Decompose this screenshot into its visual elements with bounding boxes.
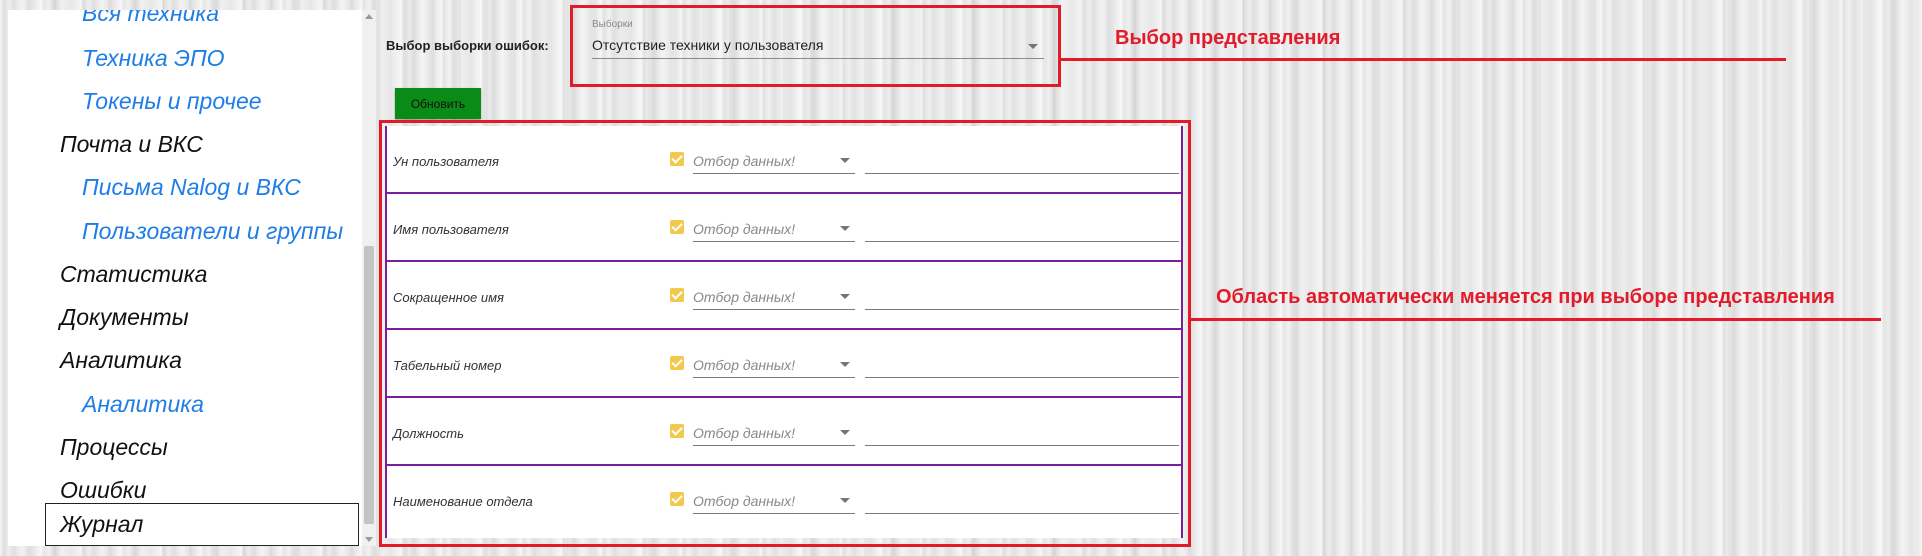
annotation-filter-area: Область автоматически меняется при выбор… <box>1216 286 1835 308</box>
sidebar-item-processes[interactable]: Процессы <box>60 436 168 459</box>
sidebar-item-mail-vks[interactable]: Почта и ВКС <box>60 133 203 156</box>
filter-panel: Ун пользователя Отбор данных! Имя пользо… <box>385 126 1183 538</box>
filter-mode-select[interactable]: Отбор данных! <box>693 418 855 446</box>
sidebar-item-analytics-sub[interactable]: Аналитика <box>82 393 204 416</box>
filter-row-label: Имя пользователя <box>393 222 509 237</box>
annotation-view-select: Выбор представления <box>1115 27 1341 49</box>
filter-mode-value: Отбор данных! <box>693 289 796 305</box>
sidebar-item-statistics[interactable]: Статистика <box>60 263 207 286</box>
filter-mode-select[interactable]: Отбор данных! <box>693 486 855 514</box>
filter-mode-value: Отбор данных! <box>693 425 796 441</box>
filter-row-label: Табельный номер <box>393 358 502 373</box>
filter-row-short-name: Сокращенное имя Отбор данных! <box>387 262 1181 330</box>
chevron-down-icon[interactable] <box>840 498 850 503</box>
filter-mode-value: Отбор данных! <box>693 493 796 509</box>
filter-mode-value: Отбор данных! <box>693 221 796 237</box>
filter-enabled-checkbox[interactable] <box>670 152 684 166</box>
error-selection-label: Выбор выборки ошибок: <box>386 38 549 53</box>
view-select-value: Отсутствие техники у пользователя <box>592 37 824 53</box>
filter-enabled-checkbox[interactable] <box>670 288 684 302</box>
filter-row-label: Наименование отдела <box>393 494 533 509</box>
scrollbar-thumb[interactable] <box>364 246 374 524</box>
annotation-pointer-line <box>1191 318 1881 321</box>
filter-value-input[interactable] <box>865 146 1179 174</box>
filter-row-position: Должность Отбор данных! <box>387 398 1181 466</box>
sidebar-item-all-equipment[interactable]: Вся техника <box>82 10 219 25</box>
filter-value-input[interactable] <box>865 486 1179 514</box>
view-select-dropdown[interactable]: Выборки Отсутствие техники у пользовател… <box>592 19 1044 59</box>
chevron-down-icon[interactable] <box>840 158 850 163</box>
annotation-pointer-line <box>1061 58 1786 61</box>
sidebar-item-analytics[interactable]: Аналитика <box>60 349 182 372</box>
scroll-down-arrow-icon[interactable] <box>365 537 373 542</box>
sidebar-item-nalog-letters[interactable]: Письма Nalog и ВКС <box>82 176 301 199</box>
filter-value-input[interactable] <box>865 282 1179 310</box>
filter-row-label: Должность <box>393 426 464 441</box>
filter-row-employee-number: Табельный номер Отбор данных! <box>387 330 1181 398</box>
sidebar-scrollbar[interactable] <box>362 10 376 546</box>
filter-enabled-checkbox[interactable] <box>670 492 684 506</box>
filter-value-input[interactable] <box>865 214 1179 242</box>
filter-mode-select[interactable]: Отбор данных! <box>693 214 855 242</box>
chevron-down-icon[interactable] <box>1028 44 1038 49</box>
chevron-down-icon[interactable] <box>840 294 850 299</box>
sidebar-item-users-groups[interactable]: Пользователи и группы <box>82 220 343 243</box>
sidebar-item-tokens[interactable]: Токены и прочее <box>82 90 262 113</box>
chevron-down-icon[interactable] <box>840 430 850 435</box>
filter-row-user-name: Имя пользователя Отбор данных! <box>387 194 1181 262</box>
filter-mode-select[interactable]: Отбор данных! <box>693 146 855 174</box>
chevron-down-icon[interactable] <box>840 226 850 231</box>
filter-mode-select[interactable]: Отбор данных! <box>693 282 855 310</box>
filter-row-label: Сокращенное имя <box>393 290 504 305</box>
sidebar-nav: Вся техника Техника ЭПО Токены и прочее … <box>8 10 362 546</box>
filter-row-department: Наименование отдела Отбор данных! <box>387 466 1181 534</box>
filter-mode-value: Отбор данных! <box>693 153 796 169</box>
filter-value-input[interactable] <box>865 350 1179 378</box>
sidebar-item-epo-equipment[interactable]: Техника ЭПО <box>82 47 225 70</box>
view-select-caption: Выборки <box>592 19 633 30</box>
filter-mode-value: Отбор данных! <box>693 357 796 373</box>
refresh-button[interactable]: Обновить <box>395 88 481 119</box>
filter-enabled-checkbox[interactable] <box>670 220 684 234</box>
filter-enabled-checkbox[interactable] <box>670 424 684 438</box>
filter-value-input[interactable] <box>865 418 1179 446</box>
filter-mode-select[interactable]: Отбор данных! <box>693 350 855 378</box>
filter-row-label: Ун пользователя <box>393 154 499 169</box>
sidebar-item-documents[interactable]: Документы <box>60 306 189 329</box>
sidebar-item-errors[interactable]: Ошибки <box>60 479 146 502</box>
filter-row-user-id: Ун пользователя Отбор данных! <box>387 126 1181 194</box>
sidebar-item-journal[interactable]: Журнал <box>45 503 359 546</box>
filter-enabled-checkbox[interactable] <box>670 356 684 370</box>
scroll-up-arrow-icon[interactable] <box>365 14 373 19</box>
chevron-down-icon[interactable] <box>840 362 850 367</box>
